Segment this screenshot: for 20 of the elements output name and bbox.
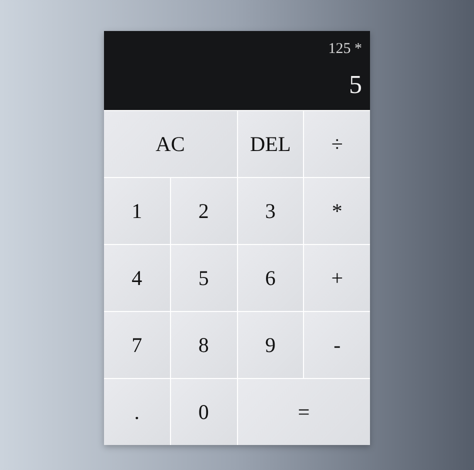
calculator-key[interactable]: 7 bbox=[104, 312, 170, 378]
calculator-key[interactable]: 0 bbox=[170, 379, 236, 445]
calculator-key[interactable]: DEL bbox=[238, 111, 304, 177]
calculator-key[interactable]: 8 bbox=[170, 312, 236, 378]
calculator-key[interactable]: 1 bbox=[104, 178, 170, 244]
calculator-key[interactable]: - bbox=[304, 312, 370, 378]
calculator-key[interactable]: 2 bbox=[170, 178, 236, 244]
calculator-key[interactable]: 6 bbox=[238, 245, 304, 311]
current-operand: 5 bbox=[349, 72, 362, 98]
calculator-key[interactable]: ÷ bbox=[304, 111, 370, 177]
calculator-key[interactable]: + bbox=[304, 245, 370, 311]
calculator-key[interactable]: 4 bbox=[104, 245, 170, 311]
calculator-key[interactable]: . bbox=[104, 379, 170, 445]
previous-operand: 125 * bbox=[328, 41, 362, 58]
calculator-key[interactable]: 3 bbox=[238, 178, 304, 244]
calculator-key[interactable]: 9 bbox=[238, 312, 304, 378]
calculator-key[interactable]: = bbox=[238, 379, 370, 445]
calculator-key[interactable]: * bbox=[304, 178, 370, 244]
calculator-key[interactable]: 5 bbox=[170, 245, 236, 311]
calculator-key[interactable]: AC bbox=[104, 111, 236, 177]
